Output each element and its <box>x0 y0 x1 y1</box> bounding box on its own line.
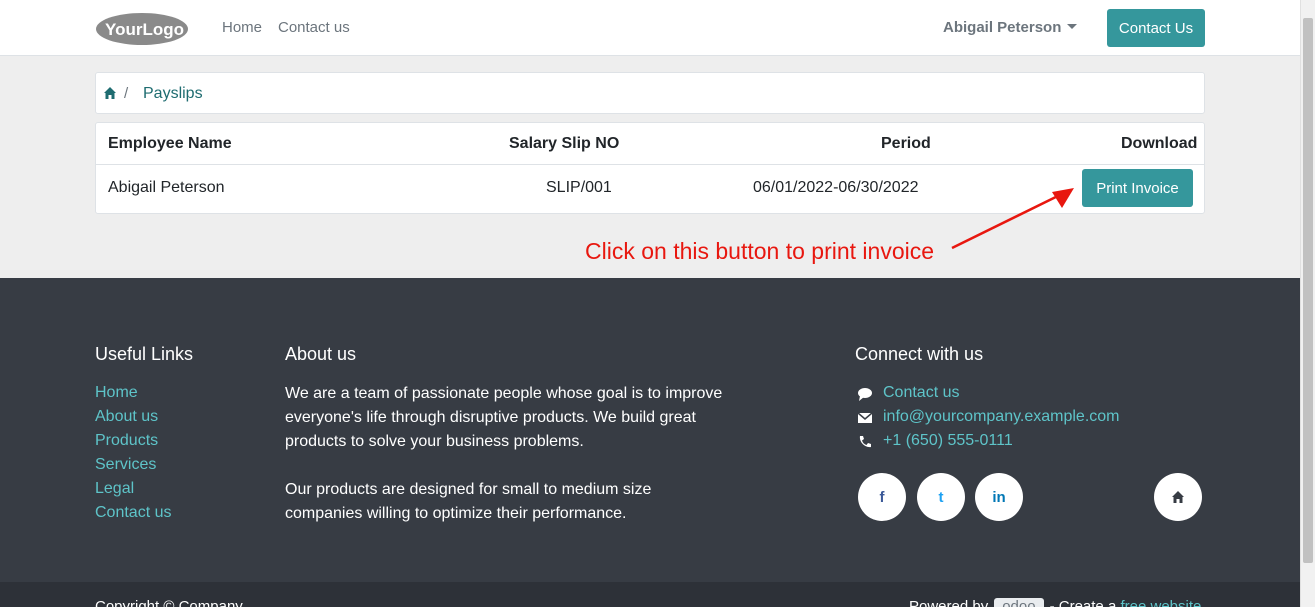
connect-title: Connect with us <box>855 344 984 364</box>
cell-slip-no: SLIP/001 <box>546 179 612 196</box>
breadcrumb: / Payslips <box>95 72 1205 114</box>
cell-period: 06/01/2022-06/30/2022 <box>753 179 919 196</box>
home-icon[interactable] <box>103 86 117 100</box>
odoo-logo[interactable]: odoo <box>994 598 1044 607</box>
powered-prefix: Powered by <box>909 598 989 607</box>
footer-link-products[interactable]: Products <box>95 432 158 450</box>
twitter-icon[interactable]: t <box>917 473 965 521</box>
connect-contact-link[interactable]: Contact us <box>883 384 959 402</box>
about-paragraph-1: We are a team of passionate people whose… <box>285 385 723 450</box>
footer-link-services[interactable]: Services <box>95 456 156 474</box>
copyright-text: Copyright © Company <box>95 598 243 607</box>
scrollbar[interactable] <box>1300 0 1315 607</box>
header-download: Download <box>1121 135 1198 152</box>
header-employee-name: Employee Name <box>108 135 232 152</box>
top-navbar: YourLogo Home Contact us Abigail Peterso… <box>0 0 1300 56</box>
free-website-link[interactable]: free website <box>1120 598 1201 607</box>
about-us-title: About us <box>285 344 357 364</box>
breadcrumb-separator: / <box>124 85 129 102</box>
footer-link-contact[interactable]: Contact us <box>95 504 171 522</box>
powered-mid: - Create a <box>1049 598 1117 607</box>
connect-phone-link[interactable]: +1 (650) 555-0111 <box>883 432 1013 450</box>
breadcrumb-current[interactable]: Payslips <box>143 85 203 103</box>
user-name: Abigail Peterson <box>943 19 1062 36</box>
contact-us-button[interactable]: Contact Us <box>1107 9 1205 47</box>
company-logo[interactable]: YourLogo <box>95 11 190 47</box>
annotation-arrow-icon <box>951 188 1074 250</box>
copyright-bar: Copyright © Company Powered by odoo - Crea… <box>0 582 1300 607</box>
header-salary-slip-no: Salary Slip NO <box>509 135 620 152</box>
row-divider <box>96 164 1204 165</box>
annotation-text: Click on this button to print invoice <box>585 238 935 264</box>
logo-text: YourLogo <box>105 20 184 39</box>
scrollbar-thumb[interactable] <box>1303 18 1313 563</box>
cell-employee: Abigail Peterson <box>108 179 225 196</box>
phone-icon <box>859 436 871 448</box>
useful-links-title: Useful Links <box>95 344 194 364</box>
footer-link-legal[interactable]: Legal <box>95 480 134 498</box>
footer-link-about[interactable]: About us <box>95 408 158 426</box>
linkedin-icon[interactable]: in <box>975 473 1023 521</box>
caret-down-icon <box>1067 24 1078 29</box>
envelope-icon <box>857 412 873 423</box>
footer: Useful Links Home About us Products Serv… <box>0 278 1300 582</box>
powered-by: Powered by odoo - Create a free website <box>909 598 1201 607</box>
print-invoice-button[interactable]: Print Invoice <box>1082 169 1193 207</box>
home-social-icon[interactable] <box>1154 473 1202 521</box>
nav-contact-link[interactable]: Contact us <box>278 19 350 36</box>
user-menu-dropdown[interactable]: Abigail Peterson <box>943 19 1078 36</box>
nav-home-link[interactable]: Home <box>222 19 262 36</box>
facebook-icon[interactable]: f <box>858 473 906 521</box>
about-paragraph-2: Our products are designed for small to m… <box>285 481 652 522</box>
home-icon <box>1172 491 1184 503</box>
footer-link-home[interactable]: Home <box>95 384 138 402</box>
connect-email-link[interactable]: info@yourcompany.example.com <box>883 408 1120 426</box>
header-period: Period <box>881 135 931 152</box>
comment-icon <box>858 388 872 401</box>
